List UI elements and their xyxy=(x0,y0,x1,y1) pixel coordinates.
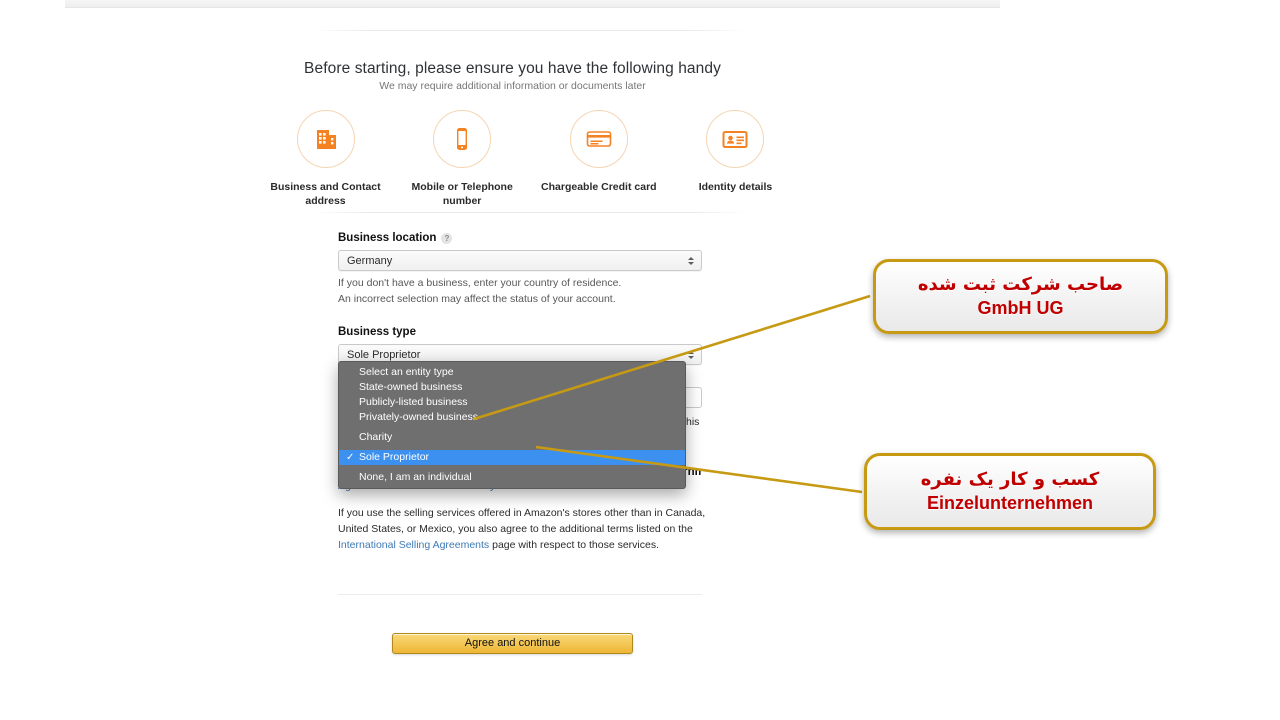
business-location-select[interactable]: Germany xyxy=(338,250,702,271)
requirement-identity-details: Identity details xyxy=(668,110,803,194)
page-root: Before starting, please ensure you have … xyxy=(0,0,1280,720)
business-type-label: Business type xyxy=(338,326,702,338)
mobile-phone-icon xyxy=(433,110,492,168)
divider-top xyxy=(318,30,742,31)
requirement-label: Identity details xyxy=(698,181,773,193)
business-location-label-text: Business location xyxy=(338,232,437,244)
requirement-label: Chargeable Credit card xyxy=(541,181,657,193)
business-location-value: Germany xyxy=(347,254,393,267)
business-location-hint-2: An incorrect selection may affect the st… xyxy=(338,293,616,305)
credit-card-icon xyxy=(569,110,628,168)
requirement-phone-number: Mobile or Telephone number xyxy=(395,110,530,208)
dropdown-option-privately-owned-business[interactable]: Privately-owned business xyxy=(339,410,685,425)
callout-persian-text: صاحب شرکت ثبت شده xyxy=(917,274,1124,295)
callout-persian-text: کسب و کار یک نفره xyxy=(920,469,1100,490)
page-title: Before starting, please ensure you have … xyxy=(304,60,721,77)
business-type-label-text: Business type xyxy=(338,326,416,338)
international-selling-agreements-link[interactable]: International Selling Agreements xyxy=(338,539,489,551)
page-subtitle: We may require additional information or… xyxy=(379,80,646,92)
building-icon xyxy=(296,110,355,168)
dropdown-option-state-owned-business[interactable]: State-owned business xyxy=(339,380,685,395)
dropdown-option-none-individual[interactable]: None, I am an individual xyxy=(339,470,685,485)
occluded-text-fragment: his xyxy=(686,416,700,428)
business-type-value: Sole Proprietor xyxy=(347,348,421,361)
legal-para2-part2: page with respect to those services. xyxy=(489,539,660,551)
requirement-credit-card: Chargeable Credit card xyxy=(531,110,666,194)
requirement-label: Business and Contact address xyxy=(270,181,381,207)
requirement-label: Mobile or Telephone number xyxy=(411,181,513,207)
business-location-label: Business location ? xyxy=(338,232,702,244)
divider-below-requirements xyxy=(318,212,742,213)
requirements-row: Business and Contact address Mobile or T… xyxy=(258,110,803,208)
id-card-icon xyxy=(706,110,765,168)
select-stepper-icon xyxy=(688,256,694,265)
callout-registered-company: صاحب شرکت ثبت شده GmbH UG xyxy=(873,259,1168,334)
select-stepper-icon xyxy=(688,350,694,359)
legal-para2-part1: If you use the selling services offered … xyxy=(338,507,706,535)
callout-sole-proprietor: کسب و کار یک نفره Einzelunternehmen xyxy=(864,453,1156,530)
dropdown-option-label: Sole Proprietor xyxy=(359,451,430,463)
registration-form: Business location ? Germany If you don't… xyxy=(338,232,702,365)
business-type-dropdown-menu[interactable]: Select an entity type State-owned busine… xyxy=(338,361,686,489)
question-mark-icon[interactable]: ? xyxy=(441,232,453,244)
divider-above-submit xyxy=(338,594,702,595)
callout-latin-text: GmbH UG xyxy=(977,298,1064,318)
browser-chrome-strip xyxy=(65,0,1000,8)
dropdown-option-charity[interactable]: Charity xyxy=(339,430,685,445)
dropdown-option-publicly-listed-business[interactable]: Publicly-listed business xyxy=(339,395,685,410)
checkmark-icon: ✓ xyxy=(346,452,355,463)
legal-international-paragraph: If you use the selling services offered … xyxy=(338,505,708,553)
business-location-hint-1: If you don't have a business, enter your… xyxy=(338,277,622,289)
dropdown-option-select-an-entity-type[interactable]: Select an entity type xyxy=(339,365,685,380)
callout-latin-text: Einzelunternehmen xyxy=(926,493,1094,513)
agree-and-continue-button[interactable]: Agree and continue xyxy=(392,633,633,654)
dropdown-option-sole-proprietor[interactable]: ✓ Sole Proprietor xyxy=(339,450,685,465)
requirement-business-address: Business and Contact address xyxy=(258,110,393,208)
